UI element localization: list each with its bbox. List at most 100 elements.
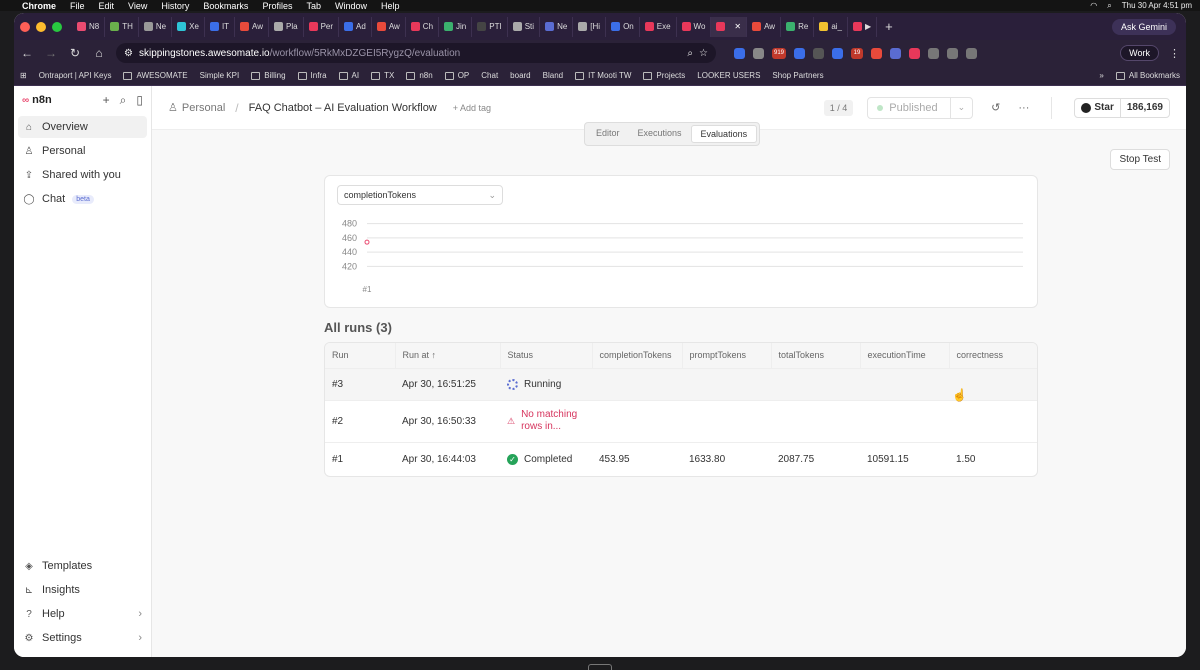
chevron-down-icon[interactable]: ⌄ xyxy=(949,97,973,118)
column-header[interactable]: promptTokens xyxy=(682,343,772,368)
browser-tab[interactable]: Pla xyxy=(269,16,304,37)
add-tag-button[interactable]: + Add tag xyxy=(453,103,491,113)
bookmark-folder[interactable]: IT Mooti TW xyxy=(575,71,631,80)
sidebar-item-overview[interactable]: ⌂ Overview xyxy=(18,116,147,138)
column-header[interactable]: executionTime xyxy=(860,343,950,368)
browser-tab[interactable]: Ad xyxy=(339,16,372,37)
extension-icon[interactable] xyxy=(832,47,843,59)
home-icon[interactable]: ⌂ xyxy=(92,46,106,60)
menubar-app-name[interactable]: Chrome xyxy=(22,1,56,11)
more-bookmarks-icon[interactable]: » xyxy=(1099,71,1103,80)
bookmark-item[interactable]: Chat xyxy=(481,71,498,80)
download-icon[interactable] xyxy=(966,47,977,59)
sidebar-item-insights[interactable]: ⊾ Insights xyxy=(18,579,147,601)
browser-tab[interactable]: Wo xyxy=(677,16,712,37)
breadcrumb[interactable]: ♙ Personal xyxy=(168,101,225,115)
menu-profiles[interactable]: Profiles xyxy=(262,1,292,11)
browser-tab[interactable]: Re xyxy=(781,16,815,37)
browser-tab[interactable]: On xyxy=(606,16,640,37)
browser-tab[interactable]: Per xyxy=(304,16,340,37)
site-info-icon[interactable]: ⚙ xyxy=(124,48,133,59)
bookmark-item[interactable]: Simple KPI xyxy=(200,71,240,80)
browser-tab[interactable]: Aw xyxy=(747,16,782,37)
column-header[interactable]: completionTokens xyxy=(592,343,683,368)
extension-icon[interactable] xyxy=(909,47,920,59)
extension-icon[interactable] xyxy=(890,47,901,59)
browser-tab[interactable]: N8 xyxy=(72,16,106,37)
publish-button[interactable]: Published ⌄ xyxy=(867,96,974,119)
more-options-icon[interactable]: ··· xyxy=(1018,102,1029,114)
browser-tab[interactable]: Aw xyxy=(235,16,270,37)
menu-view[interactable]: View xyxy=(128,1,147,11)
bookmark-item[interactable]: Bland xyxy=(543,71,563,80)
bookmark-item[interactable]: Ontraport | API Keys xyxy=(39,71,112,80)
column-header[interactable]: totalTokens xyxy=(771,343,861,368)
puzzle-icon[interactable] xyxy=(928,47,939,59)
menu-bookmarks[interactable]: Bookmarks xyxy=(203,1,248,11)
n8n-logo[interactable]: ∞ n8n xyxy=(22,94,52,106)
version-pager[interactable]: 1 / 4 xyxy=(823,99,854,116)
close-tab-icon[interactable]: ✕ xyxy=(734,22,741,31)
column-header[interactable]: Run xyxy=(325,343,396,368)
profile-button[interactable]: Work xyxy=(1120,45,1159,61)
reading-list-icon[interactable] xyxy=(947,47,958,59)
browser-tab[interactable]: Aw xyxy=(372,16,406,37)
bookmark-folder[interactable]: AWESOMATE xyxy=(123,71,188,80)
menu-window[interactable]: Window xyxy=(335,1,367,11)
bookmark-folder[interactable]: TX xyxy=(371,71,394,80)
bookmark-folder[interactable]: Infra xyxy=(297,71,327,80)
bookmark-item[interactable]: LOOKER USERS xyxy=(697,71,760,80)
extension-icon[interactable] xyxy=(734,47,745,59)
browser-tab[interactable]: Ch xyxy=(406,16,440,37)
forward-icon[interactable]: → xyxy=(44,46,58,60)
sidebar-item-templates[interactable]: ◈ Templates xyxy=(18,555,147,577)
sidebar-item-personal[interactable]: ♙ Personal xyxy=(18,140,147,162)
stop-test-button[interactable]: Stop Test xyxy=(1110,149,1170,170)
extension-icon[interactable]: 19 xyxy=(851,47,863,59)
bookmark-item[interactable]: board xyxy=(510,71,530,80)
extension-icon[interactable] xyxy=(813,47,824,59)
sidebar-item-help[interactable]: ? Help › xyxy=(18,603,147,625)
reload-icon[interactable]: ↻ xyxy=(68,46,82,60)
bookmark-folder[interactable]: n8n xyxy=(406,71,433,80)
column-header[interactable]: correctness xyxy=(949,343,1037,368)
ask-gemini-button[interactable]: Ask Gemini xyxy=(1111,18,1176,35)
table-row[interactable]: #2 Apr 30, 16:50:33 ⚠ No matching rows in… xyxy=(325,399,1037,442)
browser-tab[interactable]: ▶ xyxy=(848,16,878,37)
extension-icon[interactable]: 919 xyxy=(772,47,786,59)
browser-tab[interactable]: ai_ xyxy=(814,16,848,37)
chart-point[interactable] xyxy=(364,239,370,245)
new-tab-icon[interactable]: + xyxy=(885,19,893,34)
workflow-title[interactable]: FAQ Chatbot – AI Evaluation Workflow xyxy=(249,102,437,114)
browser-tab[interactable]: Xe xyxy=(172,16,205,37)
bookmark-folder[interactable]: Projects xyxy=(643,71,685,80)
minimize-window-icon[interactable] xyxy=(36,21,46,32)
github-star-button[interactable]: Star 186,169 xyxy=(1074,97,1170,118)
all-bookmarks-folder[interactable]: All Bookmarks xyxy=(1115,71,1180,80)
browser-tab[interactable]: Exe xyxy=(640,16,677,37)
table-row[interactable]: #1 Apr 30, 16:44:03 ✓ Completed 453.95 16… xyxy=(325,441,1037,476)
extension-icon[interactable] xyxy=(753,47,764,59)
active-browser-tab[interactable]: ✕ xyxy=(711,16,748,37)
extension-icon[interactable] xyxy=(794,47,805,59)
tab-evaluations[interactable]: Evaluations xyxy=(690,125,758,143)
extension-icon[interactable] xyxy=(871,47,882,59)
sidebar-item-shared[interactable]: ⇪ Shared with you xyxy=(18,164,147,186)
tab-executions[interactable]: Executions xyxy=(629,125,691,143)
history-icon[interactable]: ↺ xyxy=(991,101,1000,114)
browser-tab[interactable]: IT xyxy=(205,16,236,37)
menu-help[interactable]: Help xyxy=(381,1,400,11)
browser-tab[interactable]: Sti xyxy=(508,16,541,37)
column-header[interactable]: Run at ↑ xyxy=(395,343,501,368)
bookmark-star-icon[interactable]: ☆ xyxy=(699,48,708,59)
browser-tab[interactable]: [Hi xyxy=(573,16,607,37)
clock-text[interactable]: Thu 30 Apr 4:51 pm xyxy=(1122,1,1192,11)
browser-tab[interactable]: Ne xyxy=(540,16,574,37)
bookmark-folder[interactable]: OP xyxy=(444,71,469,80)
table-row[interactable]: #3 Apr 30, 16:51:25 Running xyxy=(325,367,1037,400)
search-icon[interactable]: ⌕ xyxy=(120,93,127,108)
column-header[interactable]: Status xyxy=(500,343,593,368)
menu-tab[interactable]: Tab xyxy=(306,1,321,11)
browser-tab[interactable]: PTI xyxy=(472,16,508,37)
bookmark-folder[interactable]: AI xyxy=(338,71,359,80)
